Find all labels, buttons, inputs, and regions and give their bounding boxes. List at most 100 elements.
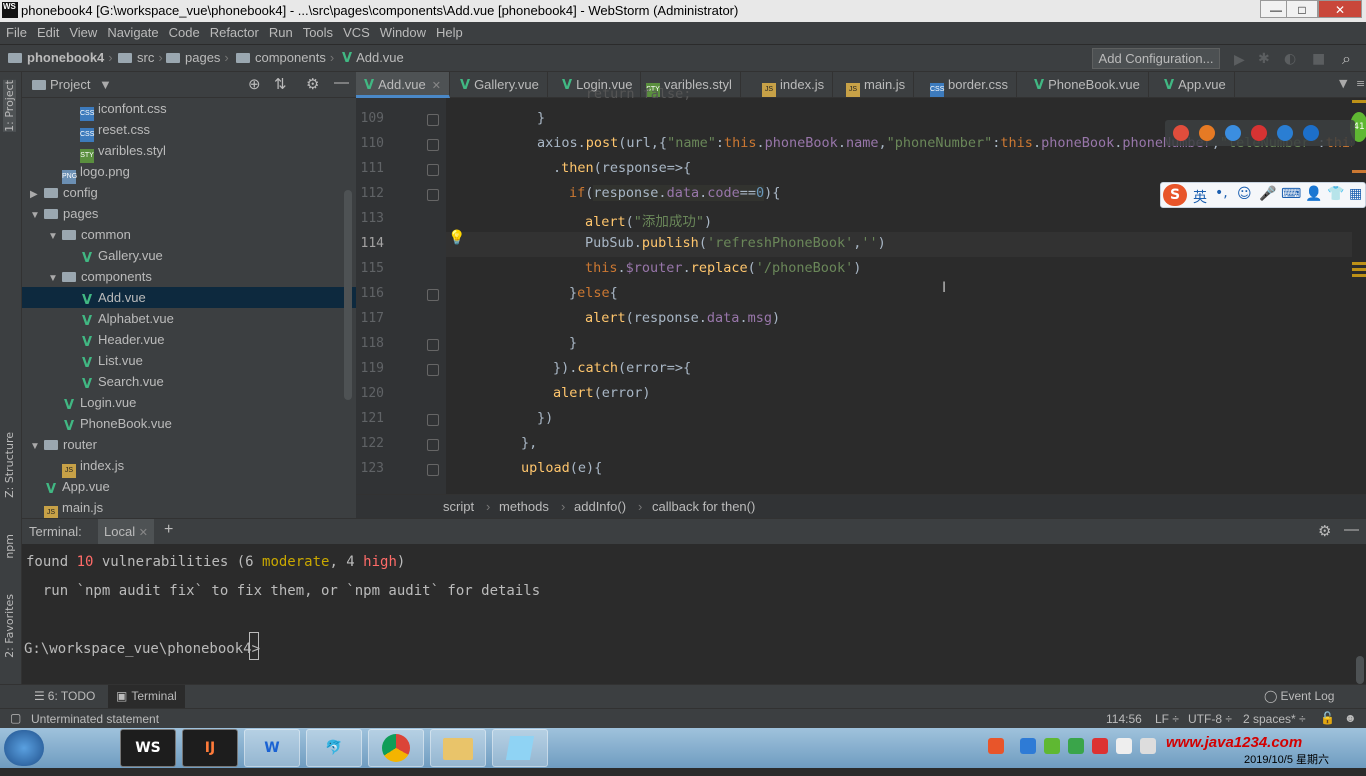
tree-item[interactable]: JS main.js [22, 497, 356, 518]
fold-marker-icon[interactable] [427, 414, 439, 426]
taskbar-date[interactable]: 2019/10/5 星期六 [1244, 751, 1329, 767]
microphone-icon[interactable]: 🎤 [1259, 186, 1276, 202]
close-tab-icon[interactable]: ✕ [139, 527, 148, 539]
line-number[interactable]: 122 [356, 436, 384, 451]
coverage-icon[interactable]: ◐ [1284, 51, 1296, 67]
error-stripe-mark[interactable] [1352, 262, 1366, 265]
breadcrumb-addinfo[interactable]: addInfo() [574, 499, 626, 514]
tree-item[interactable]: CSS iconfont.css [22, 98, 356, 121]
terminal-tool-button[interactable]: ▣ Terminal [108, 685, 185, 709]
line-separator[interactable]: LF ÷ [1155, 712, 1179, 726]
line-number[interactable]: 119 [356, 361, 384, 376]
terminal-cursor[interactable] [249, 632, 259, 660]
toolbox-icon[interactable]: ▦ [1349, 186, 1362, 202]
tree-item[interactable]: ▼ router [22, 434, 356, 455]
line-number[interactable]: 117 [356, 311, 384, 326]
new-terminal-icon[interactable]: + [164, 521, 173, 539]
menu-code[interactable]: Code [163, 22, 204, 40]
taskbar-intellij[interactable]: IJ [182, 729, 238, 767]
terminal-scrollbar[interactable] [1356, 656, 1364, 684]
fold-marker-icon[interactable] [427, 439, 439, 451]
emoji-icon[interactable]: ☺ [1237, 186, 1252, 202]
hide-terminal-icon[interactable]: — [1344, 521, 1359, 538]
fold-marker-icon[interactable] [427, 364, 439, 376]
tree-item[interactable]: V Header.vue [22, 329, 356, 350]
tab-phonebook-vue[interactable]: V PhoneBook.vue [1026, 72, 1149, 98]
debug-icon[interactable]: ✱ [1258, 51, 1270, 67]
tray-sogou-icon[interactable] [988, 738, 1004, 754]
tab-main-js[interactable]: JS main.js [838, 72, 915, 98]
tab-gallery-vue[interactable]: V Gallery.vue [452, 72, 548, 98]
maximize-button[interactable]: □ [1286, 0, 1318, 18]
tab-list-chevron-icon[interactable]: ▼ [1339, 77, 1347, 90]
firefox-icon[interactable] [1199, 125, 1215, 141]
run-icon[interactable]: ▶ [1234, 52, 1245, 68]
close-button[interactable]: ✕ [1318, 0, 1362, 18]
indent-setting[interactable]: 2 spaces* ÷ [1243, 712, 1306, 726]
taskbar-webstorm[interactable]: WS [120, 729, 176, 767]
sogou-ime-icon[interactable]: S [1163, 184, 1187, 206]
gear-icon[interactable]: ⚙ [306, 75, 319, 93]
line-number[interactable]: 123 [356, 461, 384, 476]
edge-icon[interactable] [1303, 125, 1319, 141]
tree-item[interactable]: ▼ pages [22, 203, 356, 224]
menu-refactor[interactable]: Refactor [204, 22, 263, 40]
lock-icon[interactable]: 🔓 [1320, 711, 1335, 725]
expand-arrow-icon[interactable]: ▼ [30, 205, 44, 226]
inspector-icon[interactable]: ☻ [1344, 711, 1357, 725]
todo-tool-button[interactable]: ☰ 6: TODO [34, 689, 95, 703]
expand-arrow-icon[interactable]: ▼ [48, 226, 62, 247]
taskbar-mysql[interactable]: 🐬 [306, 729, 362, 767]
nav-components[interactable]: components › [236, 50, 338, 65]
terminal-settings-icon[interactable]: ⚙ [1318, 522, 1331, 540]
add-configuration-button[interactable]: Add Configuration... [1092, 48, 1220, 69]
terminal-output[interactable]: found 10 vulnerabilities (6 moderate, 4 … [22, 544, 1356, 684]
tray-display-icon[interactable] [1116, 738, 1132, 754]
line-number[interactable]: 115 [356, 261, 384, 276]
taskbar-explorer[interactable] [430, 729, 486, 767]
tree-item[interactable]: V Search.vue [22, 371, 356, 392]
fold-marker-icon[interactable] [427, 139, 439, 151]
fold-marker-icon[interactable] [427, 339, 439, 351]
line-number[interactable]: 112 [356, 186, 384, 201]
breadcrumb-callback[interactable]: callback for then() [652, 499, 755, 514]
error-stripe-mark[interactable] [1352, 268, 1366, 271]
taskbar-wps[interactable]: W [244, 729, 300, 767]
tab-add-vue[interactable]: V Add.vue ✕ [356, 72, 450, 98]
line-number[interactable]: 118 [356, 336, 384, 351]
tab-overflow-icon[interactable]: ≡ [1356, 77, 1365, 90]
collapse-all-icon[interactable]: ⇅ [274, 75, 287, 93]
tree-item[interactable]: ▼ common [22, 224, 356, 245]
skin-icon[interactable]: 👕 [1327, 186, 1344, 202]
chrome-icon[interactable] [1173, 125, 1189, 141]
error-stripe-mark[interactable] [1352, 100, 1366, 103]
ie-icon[interactable] [1277, 125, 1293, 141]
line-number[interactable]: 120 [356, 386, 384, 401]
tool-tab-structure[interactable]: Z: Structure [3, 432, 16, 498]
search-everywhere-icon[interactable]: ⌕ [1342, 49, 1351, 69]
stop-icon[interactable]: ■ [1312, 51, 1325, 67]
fold-marker-icon[interactable] [427, 464, 439, 476]
tree-item[interactable]: V Alphabet.vue [22, 308, 356, 329]
line-number[interactable]: 113 [356, 211, 384, 226]
tree-item[interactable]: V PhoneBook.vue [22, 413, 356, 434]
menu-run[interactable]: Run [263, 22, 297, 40]
tree-item[interactable]: V Gallery.vue [22, 245, 356, 266]
tool-tab-project[interactable]: 1: Project [3, 80, 16, 132]
line-number[interactable]: 111 [356, 161, 384, 176]
tree-item[interactable]: STY varibles.styl [22, 140, 356, 163]
tray-shield-icon[interactable] [1068, 738, 1084, 754]
project-view-selector[interactable]: Project [50, 77, 90, 92]
line-number[interactable]: 116 [356, 286, 384, 301]
expand-arrow-icon[interactable]: ▼ [30, 436, 44, 457]
user-icon[interactable]: 👤 [1305, 186, 1322, 202]
taskbar-notepad[interactable] [492, 729, 548, 767]
tree-item[interactable]: ▼ components [22, 266, 356, 287]
event-log-button[interactable]: ◯ Event Log [1264, 689, 1334, 703]
chevron-down-icon[interactable]: ▼ [99, 77, 112, 92]
tray-app-icon[interactable] [1092, 738, 1108, 754]
status-layout-icon[interactable]: ▢ [10, 711, 21, 725]
tree-item[interactable]: CSS reset.css [22, 119, 356, 142]
ime-language-toggle[interactable]: 英 [1193, 187, 1207, 207]
fold-marker-icon[interactable] [427, 114, 439, 126]
